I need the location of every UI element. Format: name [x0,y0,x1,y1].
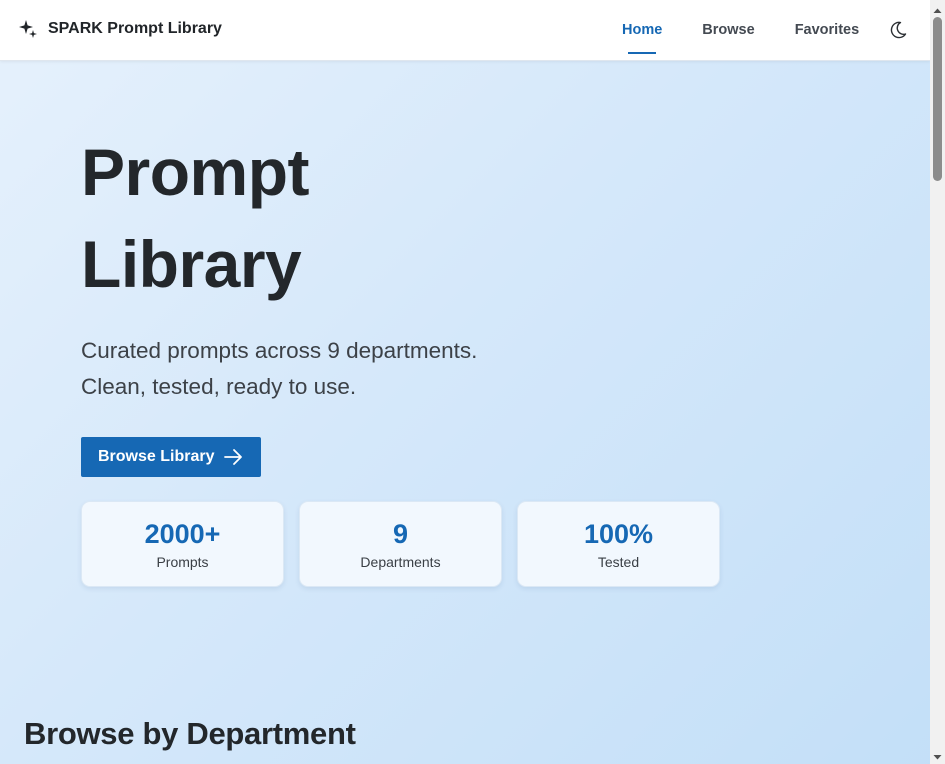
stat-card-prompts: 2000+ Prompts [81,501,284,587]
stat-value: 9 [392,519,409,549]
hero-title-line1: Prompt [81,135,310,209]
stat-value: 2000+ [144,519,221,549]
browse-library-label: Browse Library [98,448,215,465]
hero-subtitle-line2: Clean, tested, ready to use. [81,374,357,399]
nav-favorites[interactable]: Favorites [775,0,879,61]
stat-label: Tested [597,554,640,570]
nav-browse[interactable]: Browse [682,0,774,61]
moon-icon [888,21,908,44]
brand[interactable]: SPARK Prompt Library [18,19,222,39]
page: SPARK Prompt Library Home Browse Favorit… [0,0,930,764]
sparkles-icon [18,19,38,39]
scroll-up-arrow-icon[interactable] [933,3,942,13]
brand-name: SPARK Prompt Library [48,20,222,37]
arrow-right-icon [222,446,244,468]
stat-label: Departments [360,554,441,570]
stat-card-tested: 100% Tested [517,501,720,587]
nav-home[interactable]: Home [602,0,682,61]
hero-subtitle: Curated prompts across 9 departments. Cl… [81,333,477,405]
stat-value: 100% [583,519,654,549]
stat-card-departments: 9 Departments [299,501,502,587]
hero-subtitle-line1: Curated prompts across 9 departments. [81,338,478,363]
hero-title-line2: Library [81,227,302,301]
top-navbar: SPARK Prompt Library Home Browse Favorit… [0,0,930,61]
scrollbar-thumb[interactable] [933,17,942,181]
stat-label: Prompts [156,554,209,570]
browse-library-button[interactable]: Browse Library [81,437,261,477]
main-nav: Home Browse Favorites [602,0,879,61]
section-title-departments: Browse by Department [24,716,356,751]
hero-title: Prompt Library [81,126,310,310]
stats-row: 2000+ Prompts 9 Departments 100% Tested [81,501,735,587]
scroll-down-arrow-icon[interactable] [933,749,942,760]
theme-toggle-button[interactable] [888,20,908,40]
vertical-scrollbar[interactable] [930,0,945,764]
